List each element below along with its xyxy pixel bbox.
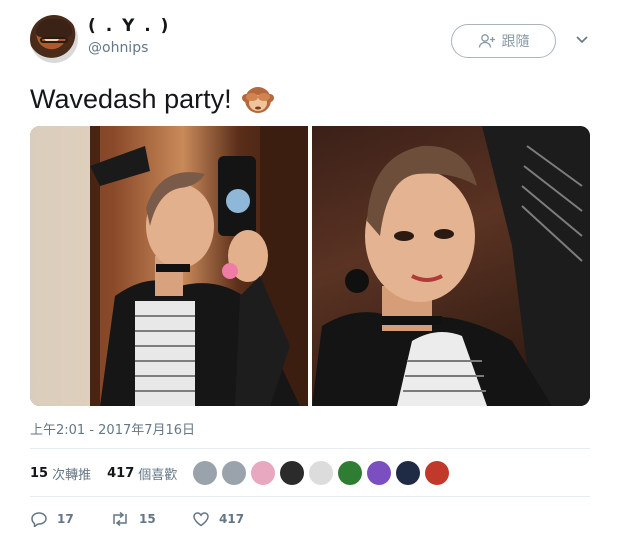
likes-count[interactable]: 417 — [107, 466, 134, 481]
tweet-text-line: Wavedash party! — [30, 82, 274, 116]
user-handle[interactable]: @ohnips — [88, 40, 148, 56]
person-plus-icon — [478, 33, 496, 49]
photo-selfie[interactable] — [312, 126, 590, 406]
like-button[interactable]: 417 — [192, 511, 244, 527]
liker-avatar[interactable] — [367, 461, 391, 485]
avatar[interactable] — [30, 15, 78, 63]
reply-icon — [30, 511, 48, 527]
liker-avatar[interactable] — [280, 461, 304, 485]
retweets-count[interactable]: 15 — [30, 466, 48, 481]
liker-avatar[interactable] — [251, 461, 275, 485]
retweet-count: 15 — [139, 512, 156, 526]
tweet-timestamp[interactable]: 上午2:01 - 2017年7月16日 — [30, 419, 195, 438]
divider — [30, 496, 590, 497]
retweet-button[interactable]: 15 — [110, 511, 192, 527]
avatar-hair — [36, 19, 72, 37]
avatar-glasses — [40, 37, 68, 43]
media-grid — [30, 126, 590, 406]
liker-avatar[interactable] — [193, 461, 217, 485]
tweet-card: ( . Y . ) @ohnips 跟隨 Wavedash party! 上午2… — [0, 0, 620, 540]
retweet-icon — [110, 511, 130, 527]
tweet-text: Wavedash party! — [30, 84, 232, 114]
divider — [30, 448, 590, 449]
liker-avatar[interactable] — [222, 461, 246, 485]
retweets-label[interactable]: 次轉推 — [52, 464, 91, 483]
tweet-stats: 15 次轉推 417 個喜歡 — [30, 458, 193, 488]
follow-button-label: 跟隨 — [501, 34, 530, 50]
follow-button[interactable]: 跟隨 — [451, 24, 556, 58]
heart-icon — [192, 511, 210, 527]
liker-avatar[interactable] — [425, 461, 449, 485]
liker-avatar[interactable] — [396, 461, 420, 485]
reply-count: 17 — [57, 512, 74, 526]
see-no-evil-monkey-icon — [241, 83, 274, 115]
like-count: 417 — [219, 512, 245, 526]
likers-avatar-row — [193, 461, 449, 485]
display-name[interactable]: ( . Y . ) — [88, 16, 170, 36]
liker-avatar[interactable] — [338, 461, 362, 485]
chevron-down-icon[interactable] — [572, 32, 592, 48]
liker-avatar[interactable] — [309, 461, 333, 485]
photo-mirror-selfie[interactable] — [30, 126, 308, 406]
reply-button[interactable]: 17 — [30, 511, 110, 527]
likes-label[interactable]: 個喜歡 — [138, 464, 177, 483]
tweet-actions: 17 15 417 — [30, 508, 244, 530]
